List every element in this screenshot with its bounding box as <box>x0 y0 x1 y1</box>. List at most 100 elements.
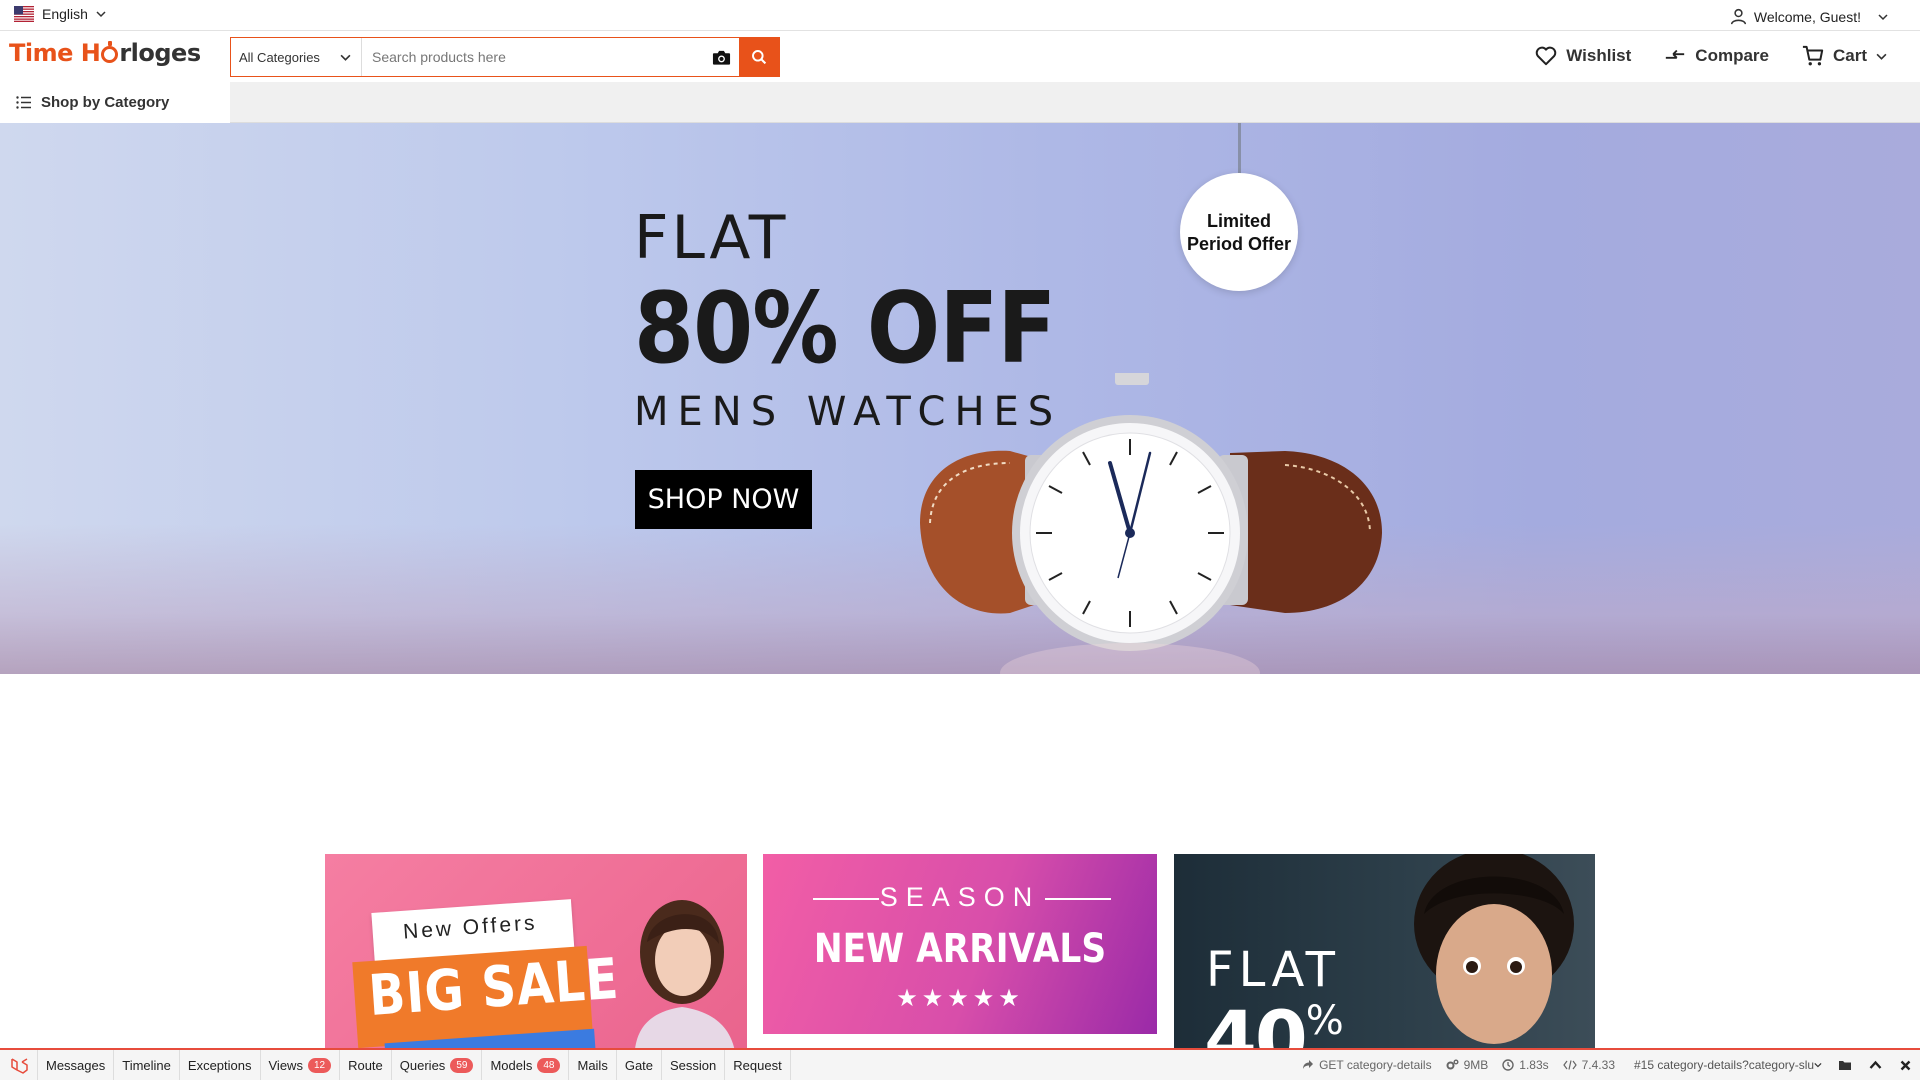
debug-tab-models[interactable]: Models 48 <box>482 1050 570 1080</box>
debug-tab-label: Models <box>490 1057 533 1073</box>
chevron-down-icon <box>1878 13 1888 20</box>
compare-label: Compare <box>1695 46 1769 65</box>
compare-icon <box>1666 49 1685 59</box>
cart-link[interactable]: Cart <box>1802 45 1887 67</box>
open-folder-button[interactable] <box>1830 1050 1860 1080</box>
search-icon <box>752 50 767 65</box>
welcome-label: Welcome, Guest! <box>1753 8 1861 25</box>
debug-php-label: 7.4.33 <box>1581 1058 1615 1072</box>
header: Time H rloges All Categories Wishlist Com… <box>0 31 1920 81</box>
language-selector[interactable]: English <box>14 6 106 22</box>
watch-icon <box>101 40 119 63</box>
debug-tab-badge: 12 <box>307 1057 332 1073</box>
site-logo[interactable]: Time H rloges <box>9 39 201 67</box>
category-nav-bar: Shop by Category <box>0 82 1920 123</box>
chevron-down-icon <box>1876 53 1887 60</box>
user-icon <box>1730 8 1746 25</box>
promo-new-arrivals[interactable]: SEASON NEW ARRIVALS ★★★★★ <box>763 854 1157 1034</box>
debug-tab-label: Queries <box>399 1057 446 1073</box>
category-select-value: All Categories <box>239 49 320 65</box>
debug-tab-label: Views <box>268 1057 303 1073</box>
image-search-button[interactable] <box>703 38 739 76</box>
close-icon <box>1900 1060 1910 1070</box>
debug-tab-label: Route <box>348 1057 383 1073</box>
heart-icon <box>1536 46 1557 66</box>
debug-tab-label: Messages <box>46 1057 106 1073</box>
maximize-button[interactable] <box>1860 1050 1890 1080</box>
top-bar: English Welcome, Guest! <box>0 0 1920 31</box>
logo-text-second: rloges <box>119 39 201 67</box>
star-rating-icon: ★★★★★ <box>896 985 1024 1012</box>
debug-info: GET category-details 9MB 1.83s 7.4.33 #1… <box>1295 1050 1920 1080</box>
debug-tab-label: Session <box>670 1057 717 1073</box>
debug-tab-route[interactable]: Route <box>340 1050 392 1080</box>
debug-tab-label: Request <box>733 1057 782 1073</box>
wishlist-label: Wishlist <box>1566 46 1632 65</box>
compare-link[interactable]: Compare <box>1664 46 1769 66</box>
list-icon <box>16 96 31 109</box>
wishlist-link[interactable]: Wishlist <box>1535 46 1631 66</box>
debug-tab-views[interactable]: Views 12 <box>261 1050 341 1080</box>
promo-title: NEW ARRIVALS <box>813 926 1107 972</box>
search-input[interactable] <box>362 38 703 76</box>
promo-title: FLAT <box>1206 942 1340 998</box>
clock-icon <box>1502 1059 1514 1071</box>
debug-route-label: GET category-details <box>1319 1058 1432 1072</box>
debug-tab-session[interactable]: Session <box>662 1050 726 1080</box>
debug-bar: Messages Timeline Exceptions Views 12 Route Qu… <box>0 1048 1920 1080</box>
debug-tab-label: Timeline <box>122 1057 171 1073</box>
debug-tab-request[interactable]: Request <box>725 1050 791 1080</box>
shop-by-category-label: Shop by Category <box>41 94 170 111</box>
share-icon <box>1303 1060 1314 1069</box>
child-model-image <box>1414 854 1574 1044</box>
debug-tab-exceptions[interactable]: Exceptions <box>180 1050 261 1080</box>
promo-discount-value: 40 <box>1204 994 1308 1050</box>
laravel-icon <box>10 1058 28 1074</box>
debug-tab-label: Mails <box>577 1057 608 1073</box>
account-menu[interactable]: Welcome, Guest! <box>1730 8 1888 25</box>
debug-tab-messages[interactable]: Messages <box>38 1050 115 1080</box>
chevron-down-icon <box>1814 1063 1822 1068</box>
hero-banner[interactable]: Limited Period Offer FLAT 80% OFF MENS W… <box>0 123 1920 674</box>
debug-request-select[interactable]: #15 category-details?category-slu <box>1626 1053 1826 1077</box>
debug-memory: 9MB <box>1439 1050 1496 1080</box>
debug-tab-badge: 59 <box>450 1057 474 1073</box>
debug-tab-mails[interactable]: Mails <box>569 1050 617 1080</box>
debug-tab-timeline[interactable]: Timeline <box>114 1050 180 1080</box>
chevron-down-icon <box>96 11 106 18</box>
debug-time-label: 1.83s <box>1519 1058 1549 1072</box>
debug-tab-queries[interactable]: Queries 59 <box>392 1050 483 1080</box>
promo-discount: 40% <box>1204 994 1344 1050</box>
code-icon <box>1562 1060 1577 1070</box>
folder-icon <box>1838 1061 1851 1070</box>
debug-tab-gate[interactable]: Gate <box>617 1050 663 1080</box>
shop-now-button[interactable]: SHOP NOW <box>635 470 812 529</box>
cogs-icon <box>1446 1059 1459 1070</box>
language-label: English <box>42 6 88 22</box>
promo-subtitle: SEASON <box>879 882 1041 912</box>
promo-flat-kids[interactable]: FLAT 40% <box>1174 854 1595 1050</box>
debug-tab-badge: 48 <box>537 1057 561 1073</box>
debug-tab-label: Exceptions <box>187 1057 252 1073</box>
logo-text-first: Time H <box>9 39 101 67</box>
chevron-down-icon <box>340 54 351 61</box>
promo-discount-unit: % <box>1305 998 1344 1044</box>
promo-big-sale[interactable]: New Offers BIG SALE <box>325 854 747 1050</box>
debug-php-version: 7.4.33 <box>1556 1050 1622 1080</box>
debug-route: GET category-details <box>1295 1050 1439 1080</box>
debug-memory-label: 9MB <box>1463 1058 1489 1072</box>
cart-label: Cart <box>1832 46 1867 65</box>
chevron-up-icon <box>1869 1060 1881 1069</box>
category-select[interactable]: All Categories <box>231 38 362 76</box>
cart-icon <box>1802 45 1824 66</box>
us-flag-icon <box>14 6 34 22</box>
close-button[interactable] <box>1890 1050 1920 1080</box>
tag-string <box>1238 123 1241 175</box>
search-button[interactable] <box>739 38 779 76</box>
shop-by-category-button[interactable]: Shop by Category <box>0 82 230 123</box>
laravel-logo-icon[interactable] <box>0 1050 38 1080</box>
hero-text: FLAT 80% OFF MENS WATCHES <box>634 208 1113 432</box>
debug-tabs: Messages Timeline Exceptions Views 12 Route Qu… <box>38 1050 791 1080</box>
debug-time: 1.83s <box>1495 1050 1555 1080</box>
header-actions: Wishlist Compare Cart <box>1535 45 1887 67</box>
